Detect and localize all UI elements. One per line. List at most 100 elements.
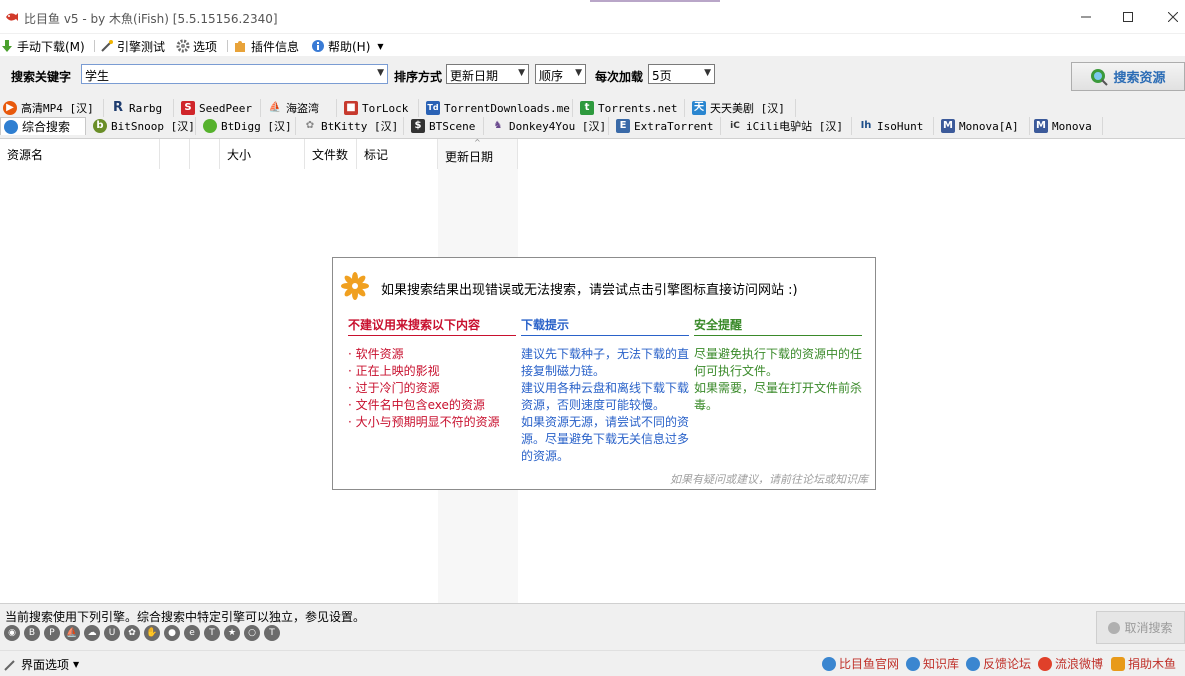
list-item: · 大小与预期明显不符的资源 (348, 415, 500, 429)
engine-label: BtDigg [汉] (221, 120, 292, 133)
column-header-blank[interactable] (160, 139, 190, 169)
search-button[interactable]: 搜索资源 (1071, 62, 1185, 91)
knowledge-base-link[interactable]: 知识库 (906, 655, 959, 672)
engine-label: Monova[A] (959, 119, 1019, 133)
options-menu[interactable]: 选项 (176, 37, 217, 55)
flower-icon[interactable]: ✿ (124, 625, 140, 641)
engine-test-menu[interactable]: 引擎测试 (100, 37, 165, 55)
minimize-icon (1081, 16, 1091, 18)
fish-app-icon (6, 13, 18, 21)
engine-tab-hdmp4[interactable]: ▶ 高清MP4 [汉] (0, 99, 104, 117)
maximize-icon (1123, 12, 1133, 22)
ui-options-menu[interactable]: 界面选项 ▼ (3, 656, 79, 673)
engine-tab-btscene[interactable]: $ BTScene (408, 117, 484, 135)
tz-icon[interactable]: T (264, 625, 280, 641)
engine-tab-rarbg[interactable]: R Rarbg (108, 99, 174, 117)
column-header-name[interactable]: 资源名 (0, 139, 160, 169)
official-site-link[interactable]: 比目鱼官网 (822, 655, 899, 672)
maximize-button[interactable] (1105, 0, 1151, 34)
not-recommended-list: · 软件资源 · 正在上映的影视 · 过于冷门的资源 · 文件名中包含exe的资… (348, 346, 516, 431)
bitsnoop-icon: b (93, 119, 107, 133)
ed-icon[interactable]: e (184, 625, 200, 641)
engine-tab-torrentsnet[interactable]: t Torrents.net (577, 99, 685, 117)
shield-icon[interactable]: U (104, 625, 120, 641)
security-column: 安全提醒 尽量避免执行下载的资源中的任何可执行文件。 如果需要，尽量在打开文件前… (694, 316, 862, 414)
bitsnoop-icon[interactable]: B (24, 625, 40, 641)
weibo-link[interactable]: 流浪微博 (1038, 655, 1103, 672)
column-header-date[interactable]: ^ 更新日期 (438, 138, 518, 169)
close-icon (1168, 12, 1178, 22)
engine-label: BitSnoop [汉] (111, 120, 195, 133)
column-header-mark[interactable]: 标记 (357, 139, 438, 169)
chevron-down-icon: ▼ (704, 68, 711, 78)
engine-tab-bitsnoop[interactable]: b BitSnoop [汉] (90, 117, 196, 135)
engine-tab-icili[interactable]: iC iCili电驴站 [汉] (725, 117, 852, 135)
chevron-down-icon[interactable]: ▼ (377, 68, 384, 78)
ship-icon[interactable]: ⛵ (64, 625, 80, 641)
tips-footer-link[interactable]: 如果有疑问或建议，请前往论坛或知识库 (670, 471, 868, 487)
donate-label: 捐助木鱼 (1128, 657, 1177, 671)
engine-tab-seedpeer[interactable]: S SeedPeer (178, 99, 261, 117)
td-icon: Td (426, 101, 440, 115)
pirate-ship-icon: ⛵ (268, 102, 282, 113)
engine-tab-torlock[interactable]: ■ TorLock (341, 99, 419, 117)
status-area: 当前搜索使用下列引擎。综合搜索中特定引擎可以独立，参见设置。 ◉ B P ⛵ ☁… (0, 603, 1185, 650)
ball-icon[interactable]: ● (164, 625, 180, 641)
engine-tab-combined[interactable]: 综合搜索 (0, 117, 86, 135)
engine-tab-monova-a[interactable]: M Monova[A] (938, 117, 1030, 135)
cancel-search-button[interactable]: 取消搜索 (1096, 611, 1185, 644)
not-recommended-column: 不建议用来搜索以下内容 · 软件资源 · 正在上映的影视 · 过于冷门的资源 ·… (348, 316, 516, 431)
search-globe-icon (1091, 68, 1109, 86)
engine-tab-piratebay[interactable]: ⛵ 海盗湾 (265, 99, 337, 117)
keyword-input[interactable]: 学生 ▼ (81, 64, 388, 84)
help-menu[interactable]: 帮助(H) ▼ (311, 37, 384, 55)
engine-tab-btdigg[interactable]: BtDigg [汉] (200, 117, 296, 135)
column-header-blank[interactable] (190, 139, 220, 169)
close-button[interactable] (1150, 0, 1185, 34)
manual-download-menu[interactable]: 手动下载(M) (0, 37, 85, 55)
engine-label: 高清MP4 [汉] (21, 102, 94, 115)
engine-label: 综合搜索 (22, 120, 71, 134)
engine-tab-torrentdownloads[interactable]: Td TorrentDownloads.me (423, 99, 573, 117)
hand-icon[interactable]: ✋ (144, 625, 160, 641)
feedback-forum-link[interactable]: 反馈论坛 (966, 655, 1031, 672)
star-icon[interactable]: ★ (224, 625, 240, 641)
globe-icon[interactable]: ◉ (4, 625, 20, 641)
hammer-icon[interactable]: T (204, 625, 220, 641)
engine-tab-extratorrent[interactable]: E ExtraTorrent (613, 117, 721, 135)
per-load-select[interactable]: 5页 ▼ (648, 64, 715, 84)
chevron-down-icon: ▼ (73, 660, 80, 669)
engine-tab-isohunt[interactable]: Ih IsoHunt (856, 117, 934, 135)
chevron-down-icon: ▼ (575, 68, 582, 78)
column-header-size[interactable]: 大小 (220, 139, 305, 169)
search-tips-box: 如果搜索结果出现错误或无法搜索，请尝试点击引擎图标直接访问网站 :) 不建议用来… (332, 257, 876, 490)
engine-tab-monova[interactable]: M Monova (1031, 117, 1103, 135)
ui-options-label: 界面选项 (21, 658, 70, 672)
engine-label: IsoHunt (877, 119, 924, 133)
column-header-filecount[interactable]: 文件数 (305, 139, 357, 169)
column-header-date-label: 更新日期 (445, 150, 494, 164)
plugin-info-menu[interactable]: 插件信息 (234, 37, 299, 55)
cloud-icon[interactable]: ☁ (84, 625, 100, 641)
title-accent-strip (590, 0, 720, 2)
results-list[interactable]: 资源名 大小 文件数 标记 ^ 更新日期 如果搜索结果出现错误或无法搜索，请尝试… (0, 138, 1185, 604)
brush-icon (4, 659, 15, 671)
column-divider (348, 335, 516, 336)
donate-link[interactable]: 捐助木鱼 (1111, 655, 1176, 672)
plugin-info-label: 插件信息 (251, 39, 300, 54)
p-icon[interactable]: P (44, 625, 60, 641)
menu-bar: 手动下载(M) 引擎测试 选项 插件信息 帮助(H) ▼ (0, 34, 1185, 56)
minimize-button[interactable] (1063, 0, 1109, 34)
per-load-value: 5页 (652, 69, 672, 83)
engine-tab-meiju[interactable]: 天 天天美剧 [汉] (689, 99, 796, 117)
engine-tab-btkitty[interactable]: ✿ BtKitty [汉] (300, 117, 404, 135)
sphere-icon[interactable]: ○ (244, 625, 260, 641)
sort-select[interactable]: 更新日期 ▼ (446, 64, 529, 84)
gear-icon (176, 39, 190, 53)
window-title: 比目鱼 v5 - by 木魚(iFish) [5.5.15156.2340] (24, 12, 278, 26)
order-select[interactable]: 顺序 ▼ (535, 64, 586, 84)
download-tips-text: 建议先下载种子，无法下载的直接复制磁力链。 建议用各种云盘和离线下载下载资源，否… (521, 347, 690, 463)
globe-icon (4, 119, 18, 134)
engine-label: 海盗湾 (286, 102, 319, 115)
engine-tab-donkey4you[interactable]: ♞ Donkey4You [汉] (488, 117, 609, 135)
